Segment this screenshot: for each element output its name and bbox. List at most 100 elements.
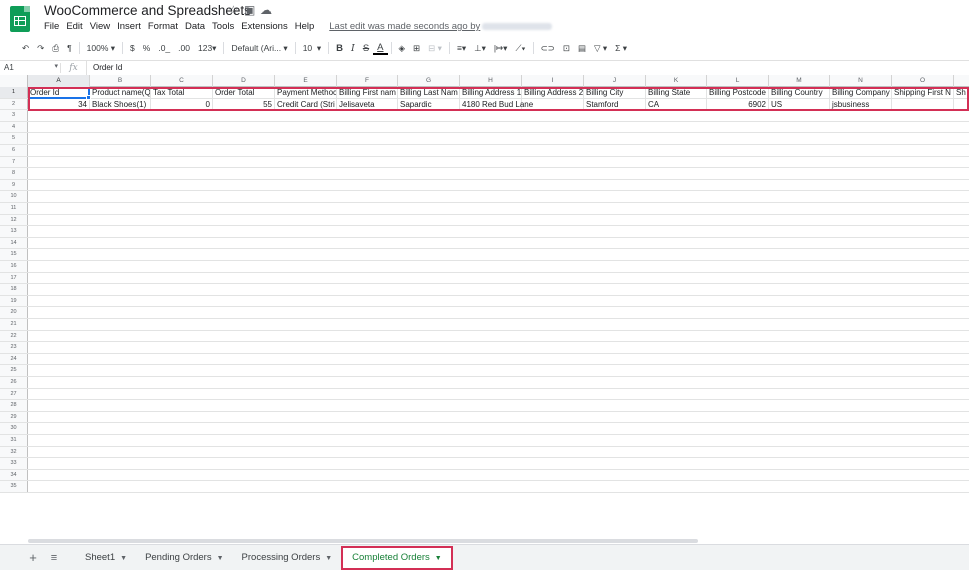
column-header[interactable]: I [522,75,584,87]
menu-extensions[interactable]: Extensions [241,21,287,32]
row-header[interactable]: 25 [0,365,28,376]
decrease-decimal-button[interactable]: .0_ [154,43,174,53]
filter-icon[interactable]: ▽ ▾ [590,43,611,54]
row-header[interactable]: 9 [0,179,28,191]
table-cell[interactable]: Payment Methoc [275,87,337,98]
row-header[interactable]: 30 [0,423,28,434]
spreadsheet-grid[interactable]: ABCDEFGHIJKLMNO 1 Order Id Product name(Q T… [0,75,969,539]
table-cell[interactable] [892,98,954,110]
row-header[interactable]: 11 [0,203,28,214]
menu-format[interactable]: Format [148,21,178,32]
row-header[interactable]: 17 [0,272,28,284]
menu-help[interactable]: Help [295,21,315,32]
row-header[interactable]: 4 [0,121,28,133]
sheet-tab-completed-orders[interactable]: Completed Orders ▼ [341,545,453,570]
sheet-tab-sheet1[interactable]: Sheet1 ▼ [76,545,136,570]
row-header[interactable]: 15 [0,249,28,260]
row-header[interactable]: 18 [0,284,28,295]
insert-link-icon[interactable]: ⊂⊃ [537,43,559,54]
scrollbar-thumb[interactable] [28,539,698,543]
text-color-icon[interactable]: A [373,42,388,55]
row-header[interactable]: 20 [0,307,28,318]
table-cell[interactable]: Billing Postcode [707,87,769,98]
column-header[interactable]: F [337,75,398,87]
row-header[interactable]: 21 [0,319,28,330]
table-cell[interactable]: CA [646,98,707,110]
column-header[interactable]: J [584,75,646,87]
row-header[interactable]: 29 [0,411,28,423]
merge-cells-icon[interactable]: ⊟ ▾ [424,43,446,54]
table-cell[interactable]: Black Shoes(1) [90,98,151,110]
sheet-tab-processing-orders[interactable]: Processing Orders ▼ [233,545,342,570]
menu-insert[interactable]: Insert [117,21,141,32]
row-header[interactable]: 22 [0,330,28,342]
row-header[interactable]: 1 [0,87,28,98]
row-header[interactable]: 23 [0,342,28,353]
table-cell[interactable]: Billing Address 1 [460,87,522,98]
column-header[interactable]: H [460,75,522,87]
borders-icon[interactable]: ⊞ [409,43,424,54]
insert-chart-icon[interactable]: ▤ [574,43,590,54]
row-header[interactable]: 2 [0,98,28,110]
table-cell[interactable]: 6902 [707,98,769,110]
table-cell[interactable]: 0 [151,98,213,110]
undo-icon[interactable]: ↶ [18,43,33,54]
move-folder-icon[interactable]: ▣ [244,3,255,17]
table-cell[interactable]: Billing State [646,87,707,98]
bold-icon[interactable]: B [332,43,347,54]
table-cell[interactable]: Billing First nam [337,87,398,98]
redo-icon[interactable]: ↷ [33,43,48,54]
menu-file[interactable]: File [44,21,59,32]
row-header[interactable]: 24 [0,353,28,365]
table-cell[interactable]: Credit Card (Stri [275,98,337,110]
horizontal-align-icon[interactable]: ≡▾ [453,43,470,54]
table-cell[interactable]: Billing City [584,87,646,98]
table-cell[interactable]: 34 [28,98,90,110]
font-size-select[interactable]: 10 ▾ [299,43,325,54]
row-header[interactable]: 10 [0,191,28,202]
table-cell[interactable]: Billing Last Nam [398,87,460,98]
table-cell[interactable]: Tax Total [151,87,213,98]
column-header[interactable]: O [892,75,954,87]
table-cell[interactable]: Billing Company [830,87,892,98]
table-cell[interactable]: Jelisaveta [337,98,398,110]
column-header[interactable]: A [28,75,90,87]
column-header[interactable]: D [213,75,275,87]
insert-comment-icon[interactable]: ⊡ [559,43,574,54]
column-header[interactable]: B [90,75,151,87]
row-header[interactable]: 26 [0,377,28,388]
font-family-select[interactable]: Default (Ari... ▾ [227,43,291,54]
menu-data[interactable]: Data [185,21,205,32]
row-header[interactable]: 33 [0,458,28,469]
row-header[interactable]: 32 [0,446,28,458]
column-header[interactable]: L [707,75,769,87]
add-sheet-icon[interactable]: + [22,550,44,565]
column-header[interactable]: K [646,75,707,87]
table-cell[interactable]: Shipping First N [892,87,954,98]
table-cell[interactable]: Product name(Q [90,87,151,98]
row-header[interactable]: 12 [0,214,28,226]
star-icon[interactable]: ☆ [228,3,239,17]
row-header[interactable]: 19 [0,295,28,307]
table-cell[interactable]: Sh [954,87,969,98]
column-header[interactable]: M [769,75,830,87]
increase-decimal-button[interactable]: .00 [174,43,194,53]
name-box[interactable]: A1 ▾ [0,63,60,72]
print-icon[interactable]: ⎙ [48,43,63,54]
table-cell[interactable]: 55 [213,98,275,110]
italic-icon[interactable]: I [347,43,359,54]
row-header[interactable]: 28 [0,400,28,411]
percent-format-button[interactable]: % [139,43,155,53]
vertical-align-icon[interactable]: ⊥▾ [470,43,490,54]
table-cell[interactable]: Stamford [584,98,646,110]
strikethrough-icon[interactable]: S [359,43,373,54]
table-cell[interactable]: US [769,98,830,110]
table-cell[interactable]: Sapardic [398,98,460,110]
currency-format-button[interactable]: $ [126,43,139,53]
column-header[interactable]: N [830,75,892,87]
row-header[interactable]: 8 [0,168,28,179]
row-header[interactable]: 5 [0,133,28,144]
table-cell[interactable]: Order Total [213,87,275,98]
more-formats-button[interactable]: 123▾ [194,43,220,54]
table-cell[interactable] [954,98,969,110]
